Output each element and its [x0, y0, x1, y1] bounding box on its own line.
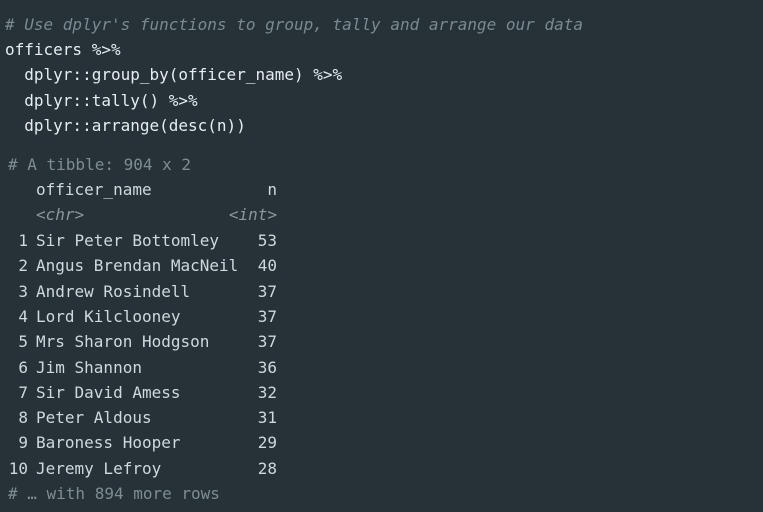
row-index: 5 [18, 332, 28, 352]
row-index: 10 [8, 458, 28, 478]
row-index: 6 [18, 357, 28, 377]
table-row: 8 Peter Aldous 31 [0, 405, 300, 430]
n-cell: 53 [257, 231, 277, 250]
n-cell: 36 [257, 357, 277, 377]
n-cell: 37 [257, 306, 277, 326]
row-index: 7 [18, 382, 28, 402]
officer-name-cell: Angus Brendan MacNeil [36, 256, 239, 276]
code-line-group-by: dplyr::group_by(officer_name) %>% [5, 65, 343, 84]
row-index: 3 [18, 281, 28, 301]
code-line-tally: dplyr::tally() %>% [5, 91, 198, 110]
officer-name-cell: Jeremy Lefroy [36, 458, 162, 478]
officer-name-cell: Baroness Hooper [36, 433, 181, 453]
code-line-arrange: dplyr::arrange(desc(n)) [5, 116, 246, 135]
officer-name-cell: Mrs Sharon Hodgson [36, 332, 210, 352]
row-index: 9 [18, 433, 28, 453]
table-row: 3 Andrew Rosindell 37 [0, 279, 300, 304]
table-row: 5 Mrs Sharon Hodgson 37 [0, 329, 300, 354]
officer-name-cell: Sir David Amess [36, 382, 181, 402]
row-index: 2 [18, 256, 28, 276]
column-type-int: <int> [228, 205, 277, 224]
code-comment: # Use dplyr's functions to group, tally … [5, 15, 583, 34]
n-cell: 32 [257, 382, 277, 402]
column-header-officer-name: officer_name [36, 180, 152, 199]
row-index: 1 [18, 231, 28, 250]
column-header-n: n [267, 180, 277, 199]
table-row: 4 Lord Kilclooney 37 [0, 304, 300, 329]
n-cell: 37 [257, 281, 277, 301]
tibble-header: # A tibble: 904 x 2 [8, 155, 192, 174]
tibble-footer: # … with 894 more rows [8, 484, 220, 503]
n-cell: 40 [257, 256, 277, 276]
n-cell: 28 [257, 458, 277, 478]
code-editor: # Use dplyr's functions to group, tally … [0, 0, 763, 512]
n-cell: 37 [257, 332, 277, 352]
officer-name-cell: Lord Kilclooney [36, 306, 181, 326]
column-header-row: officer_name n [0, 177, 300, 202]
table-row: 9 Baroness Hooper 29 [0, 430, 300, 455]
table-row: 6 Jim Shannon 36 [0, 355, 300, 380]
officer-name-cell: Peter Aldous [36, 408, 152, 428]
officer-name-cell: Sir Peter Bottomley [36, 231, 220, 250]
n-cell: 29 [257, 433, 277, 453]
officer-name-cell: Jim Shannon [36, 357, 142, 377]
column-type-chr: <chr> [36, 205, 85, 224]
row-index: 8 [18, 408, 28, 428]
officer-name-cell: Andrew Rosindell [36, 281, 191, 301]
n-cell: 31 [257, 408, 277, 428]
row-index: 4 [18, 306, 28, 326]
table-row: 10 Jeremy Lefroy 28 [0, 456, 300, 481]
table-row: 7 Sir David Amess 32 [0, 380, 300, 405]
table-row: 2 Angus Brendan MacNeil 40 [0, 253, 300, 278]
code-line-officers: officers %>% [5, 40, 121, 59]
column-type-row: <chr> <int> [0, 202, 300, 227]
table-row: 1 Sir Peter Bottomley 53 [0, 228, 300, 253]
